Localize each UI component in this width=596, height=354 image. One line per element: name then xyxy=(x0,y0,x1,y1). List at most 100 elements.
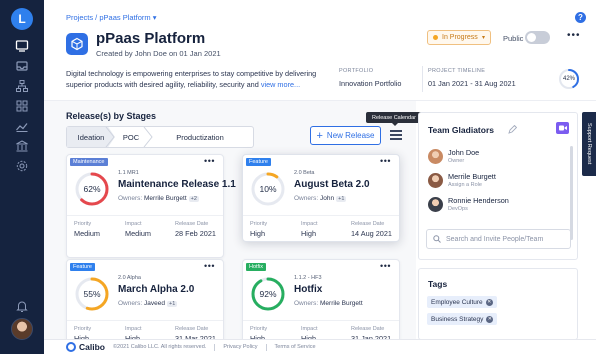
release-progress-ring: 55% xyxy=(73,275,111,313)
team-member[interactable]: Ronnie Henderson DevOps xyxy=(428,196,568,218)
team-search-placeholder: Search and Invite People/Team xyxy=(446,235,544,243)
status-label: In Progress xyxy=(442,34,478,41)
release-date-label: Release Date xyxy=(351,326,385,332)
team-search-input[interactable]: Search and Invite People/Team xyxy=(426,229,571,249)
release-owners: Owners: Merrile Burgett xyxy=(294,300,363,307)
release-name[interactable]: Maintenance Release 1.1 xyxy=(118,179,236,190)
bank-icon[interactable] xyxy=(14,138,30,154)
release-card[interactable]: Feature ••• 55% 2.0 Alpha March Alpha 2.0 Own… xyxy=(66,259,224,351)
team-member[interactable]: Merrile Burgett Assign a Role xyxy=(428,172,568,194)
settings-icon[interactable] xyxy=(14,158,30,174)
plus-icon: + xyxy=(316,129,323,142)
app-logo[interactable]: L xyxy=(11,8,33,30)
release-date-label: Release Date xyxy=(351,221,385,227)
user-avatar[interactable] xyxy=(11,318,33,340)
more-owners-badge[interactable]: +1 xyxy=(336,196,347,202)
breadcrumb[interactable]: Projects / pPaas Platform ▾ xyxy=(66,13,156,22)
member-name: John Doe xyxy=(448,148,480,157)
tag-chip[interactable]: Employee Culture ✕ xyxy=(427,296,497,308)
team-member[interactable]: John Doe Owner xyxy=(428,148,568,170)
divider xyxy=(422,66,423,92)
release-calendar-tooltip: Release Calendar xyxy=(366,112,422,126)
release-progress-value: 92% xyxy=(259,289,277,299)
card-more-options-icon[interactable]: ••• xyxy=(204,261,215,271)
inbox-icon[interactable] xyxy=(14,58,30,74)
release-progress-value: 62% xyxy=(83,184,101,194)
stage-filter: Ideation POC Productization xyxy=(66,126,254,148)
release-type-badge: Hotfix xyxy=(246,263,267,271)
remove-tag-icon[interactable]: ✕ xyxy=(486,315,494,323)
org-chart-icon[interactable] xyxy=(14,78,30,94)
public-toggle[interactable] xyxy=(525,31,550,44)
status-dropdown[interactable]: In Progress ▾ xyxy=(427,30,491,45)
edit-pencil-icon[interactable] xyxy=(508,125,517,134)
chevron-down-icon: ▾ xyxy=(152,13,157,22)
release-progress-ring: 62% xyxy=(73,170,111,208)
priority-label: Priority xyxy=(250,326,268,332)
video-call-icon[interactable] xyxy=(556,122,569,134)
member-role: DevOps xyxy=(448,206,468,212)
stage-productization[interactable]: Productization xyxy=(147,127,253,147)
card-more-options-icon[interactable]: ••• xyxy=(204,156,215,166)
tag-chip[interactable]: Business Strategy ✕ xyxy=(427,313,498,325)
release-name[interactable]: August Beta 2.0 xyxy=(294,179,370,190)
impact-label: Impact xyxy=(125,221,142,227)
project-main: Projects / pPaas Platform ▾ ? pPaas Plat… xyxy=(44,0,596,354)
release-progress-value: 55% xyxy=(83,289,101,299)
divider xyxy=(243,215,399,216)
new-release-button[interactable]: + New Release xyxy=(310,126,381,145)
support-request-tab[interactable]: Support Request xyxy=(582,112,596,176)
view-more-link[interactable]: view more... xyxy=(261,80,300,89)
tag-label: Employee Culture xyxy=(431,298,483,306)
release-date-value: 14 Aug 2021 xyxy=(351,229,392,238)
terms-of-service-link[interactable]: Terms of Service xyxy=(275,344,316,350)
apps-grid-icon[interactable] xyxy=(14,98,30,114)
card-more-options-icon[interactable]: ••• xyxy=(380,261,391,271)
release-name[interactable]: March Alpha 2.0 xyxy=(118,284,194,295)
release-card[interactable]: Feature ••• 10% 2.0 Beta August Beta 2.0 Owne… xyxy=(242,154,400,242)
card-more-options-icon[interactable]: ••• xyxy=(380,156,391,166)
release-calendar-menu-icon[interactable] xyxy=(390,130,402,140)
release-date-value: 28 Feb 2021 xyxy=(175,229,216,238)
help-icon[interactable]: ? xyxy=(575,12,586,23)
member-role: Assign a Role xyxy=(448,182,482,188)
member-avatar xyxy=(428,197,443,212)
tags-title: Tags xyxy=(428,279,448,289)
release-card[interactable]: Hotfix ••• 92% 1.1.2 - HF3 Hotfix Owners: Mer… xyxy=(242,259,400,351)
footer-brand: Calibo xyxy=(66,342,105,352)
more-owners-badge[interactable]: +2 xyxy=(188,196,199,202)
dashboard-icon[interactable] xyxy=(14,38,30,54)
divider xyxy=(67,320,223,321)
release-type-badge: Feature xyxy=(70,263,95,271)
team-title: Team Gladiators xyxy=(428,125,494,135)
copyright-text: ©2021 Calibo LLC. All rights reserved. xyxy=(112,344,207,350)
release-owners: Owners: John +1 xyxy=(294,195,347,202)
more-options-icon[interactable]: ••• xyxy=(567,30,581,41)
team-scrollbar[interactable] xyxy=(570,146,573,240)
release-owners: Owners: Merrile Burgett +2 xyxy=(118,195,199,202)
bell-icon[interactable] xyxy=(14,298,30,314)
release-date-label: Release Date xyxy=(175,221,209,227)
more-owners-badge[interactable]: +1 xyxy=(166,301,178,307)
analytics-icon[interactable] xyxy=(14,118,30,134)
project-description: Digital technology is empowering enterpr… xyxy=(66,69,317,89)
portfolio-label: PORTFOLIO xyxy=(339,68,374,74)
project-progress-ring: 42% xyxy=(558,68,580,90)
privacy-policy-link[interactable]: Privacy Policy xyxy=(223,344,257,350)
priority-label: Priority xyxy=(250,221,268,227)
impact-label: Impact xyxy=(125,326,142,332)
member-role: Owner xyxy=(448,158,465,164)
release-card[interactable]: Maintenance ••• 62% 1.1 MR1 Maintenance Rele… xyxy=(66,154,236,258)
member-avatar xyxy=(428,173,443,188)
remove-tag-icon[interactable]: ✕ xyxy=(485,298,493,306)
release-version: 2.0 Alpha xyxy=(118,275,141,281)
release-name[interactable]: Hotfix xyxy=(294,284,322,295)
release-progress-ring: 92% xyxy=(249,275,287,313)
portfolio-value: Innovation Portfolio xyxy=(339,79,402,88)
timeline-label: PROJECT TIMELINE xyxy=(428,68,486,74)
footer: Calibo ©2021 Calibo LLC. All rights rese… xyxy=(44,339,596,354)
search-icon xyxy=(433,235,441,243)
release-type-badge: Feature xyxy=(246,158,271,166)
tags-panel: Tags Employee Culture ✕ Business Strategy… xyxy=(418,268,578,340)
chevron-down-icon: ▾ xyxy=(481,35,485,41)
